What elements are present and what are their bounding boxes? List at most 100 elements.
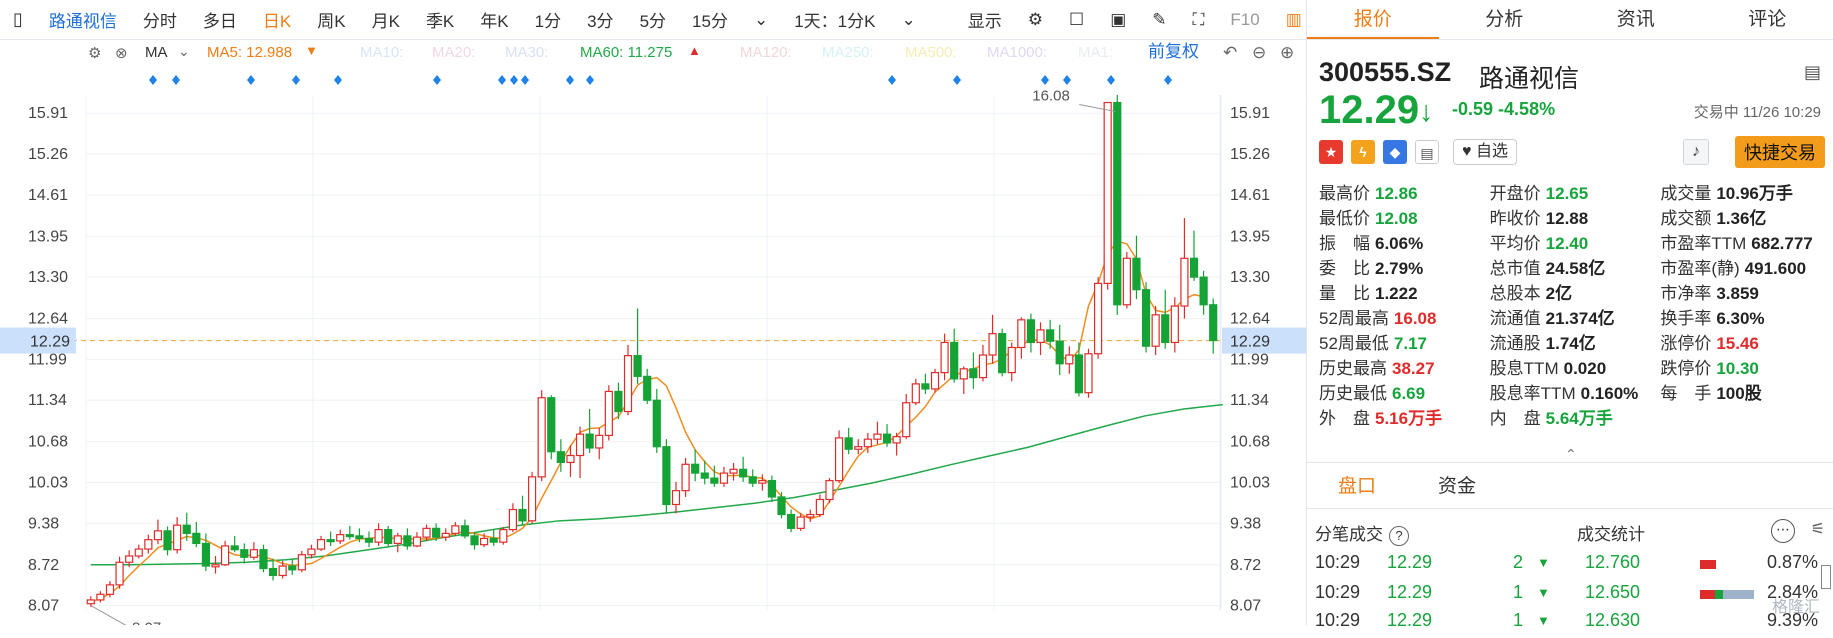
- candle-body: [135, 549, 142, 556]
- quick-trade-button[interactable]: 快捷交易: [1735, 136, 1825, 168]
- range-chevron-icon[interactable]: ⌄: [888, 10, 928, 30]
- f10-button[interactable]: F10: [1217, 10, 1272, 30]
- stat-label: 股息TTM: [1490, 359, 1559, 378]
- tab-weekly[interactable]: 周K: [304, 7, 358, 32]
- stat-value: 6.69: [1392, 384, 1425, 403]
- china-flag-icon: ★: [1319, 140, 1343, 164]
- chart-settings-icon[interactable]: ⚙: [88, 45, 101, 62]
- reset-icon[interactable]: ↶: [1223, 43, 1237, 62]
- ma5-label: MA5: 12.988: [207, 44, 292, 61]
- candle-body: [644, 376, 651, 400]
- tab-yearly[interactable]: 年K: [467, 7, 521, 32]
- tab-daily[interactable]: 日K: [250, 7, 304, 32]
- tab-5min[interactable]: 5分: [627, 7, 679, 32]
- stat-label: 市盈率(静): [1660, 259, 1739, 278]
- zoom-in-icon[interactable]: ⊕: [1280, 43, 1294, 62]
- more-options-icon[interactable]: ⋯: [1771, 519, 1795, 543]
- help-icon[interactable]: ?: [1389, 526, 1409, 546]
- period-toolbar: ▯ 路通视信 分时 多日 日K 周K 月K 季K 年K 1分 3分 5分 15分…: [0, 0, 1306, 40]
- y-tick-label-left: 12.64: [28, 311, 68, 328]
- candle-body: [1027, 320, 1034, 343]
- candle-body: [481, 538, 488, 544]
- zoom-out-icon[interactable]: ⊖: [1252, 43, 1266, 62]
- quote-row: 52周最低7.17流通股1.74亿涨停价15.46: [1319, 329, 1831, 354]
- candle-body: [193, 533, 200, 543]
- stat-price: 12.630: [1585, 610, 1640, 631]
- candle-body: [1171, 306, 1178, 342]
- range-select[interactable]: 1天：1分K: [781, 7, 888, 32]
- quote-cell: 量 比1.222: [1319, 279, 1490, 304]
- stat-label: 市净率: [1660, 284, 1711, 303]
- stat-value: 10.96万手: [1716, 184, 1793, 203]
- tab-15min[interactable]: 15分: [679, 7, 741, 32]
- candle-body: [529, 477, 536, 521]
- tab-capital[interactable]: 资金: [1407, 468, 1507, 506]
- stat-bar: [1700, 560, 1716, 569]
- period-dropdown-chevron-icon[interactable]: ⌄: [741, 10, 781, 30]
- quote-cell: 内 盘5.64万手: [1490, 404, 1661, 429]
- fullscreen-icon[interactable]: ⛶: [1180, 10, 1218, 30]
- collapse-chevron-icon[interactable]: ⌃: [1565, 446, 1577, 463]
- candle-body: [730, 469, 737, 473]
- square-icon[interactable]: ☐: [1056, 10, 1097, 30]
- candle-body: [1018, 320, 1025, 348]
- tab-orderbook[interactable]: 盘口: [1307, 468, 1407, 506]
- tab-news[interactable]: 资讯: [1570, 0, 1702, 39]
- ma-chevron-icon[interactable]: ⌄: [178, 43, 190, 59]
- tab-1min[interactable]: 1分: [522, 7, 574, 32]
- restore-rights-button[interactable]: 前复权: [1148, 42, 1199, 61]
- stock-title[interactable]: 路通视信: [36, 7, 130, 32]
- quote-cell: 股息TTM0.020: [1490, 354, 1661, 379]
- candlestick-chart[interactable]: ⚙ ⊗ MA ⌄ MA5: 12.988 ▼ MA10: MA20: MA30:…: [0, 40, 1306, 625]
- tab-quarterly[interactable]: 季K: [413, 7, 467, 32]
- low-price-label: 8.07: [132, 620, 161, 625]
- candle-body: [327, 540, 334, 542]
- quote-cell: 换手率6.30%: [1660, 304, 1831, 329]
- chart-close-icon[interactable]: ⊗: [115, 45, 128, 62]
- kline-chart-area[interactable]: ⚙ ⊗ MA ⌄ MA5: 12.988 ▼ MA10: MA20: MA30:…: [0, 40, 1306, 625]
- stat-value: 491.600: [1745, 259, 1806, 278]
- tab-multiday[interactable]: 多日: [190, 7, 250, 32]
- tab-3min[interactable]: 3分: [574, 7, 626, 32]
- quote-cell: 总市值24.58亿: [1490, 254, 1661, 279]
- stat-label: 每 手: [1660, 384, 1711, 403]
- quote-row: 历史最高38.27股息TTM0.020跌停价10.30: [1319, 354, 1831, 379]
- note-icon[interactable]: ▤: [1415, 140, 1439, 164]
- y-tick-label-right: 9.38: [1230, 515, 1261, 532]
- camera-icon[interactable]: ▣: [1097, 10, 1139, 30]
- panel-layout-icon[interactable]: ▤: [1804, 62, 1821, 83]
- quote-cell: 开盘价12.65: [1490, 179, 1661, 204]
- tab-analysis[interactable]: 分析: [1439, 0, 1571, 39]
- tab-monthly[interactable]: 月K: [359, 7, 413, 32]
- ma30-label: MA30:: [505, 44, 548, 61]
- settings-gear-icon[interactable]: ⚙: [1015, 10, 1056, 30]
- trade-time: 10:29: [1315, 582, 1360, 603]
- filter-icon[interactable]: ⚟: [1811, 519, 1825, 539]
- candle-body: [605, 391, 612, 435]
- display-menu[interactable]: 显示: [955, 7, 1015, 32]
- candle-body: [212, 565, 219, 567]
- candle-body: [106, 585, 113, 594]
- quote-cell: 流通值21.374亿: [1490, 304, 1661, 329]
- tab-comments[interactable]: 评论: [1702, 0, 1833, 39]
- candle-body: [471, 536, 478, 545]
- stat-label: 平均价: [1490, 234, 1541, 253]
- add-watchlist-button[interactable]: ♥ 自选: [1453, 139, 1517, 165]
- bell-icon[interactable]: ♪: [1683, 139, 1709, 165]
- candle-body: [682, 464, 689, 490]
- candle-body: [260, 550, 267, 569]
- candle-body: [567, 456, 574, 463]
- y-tick-label-right: 11.99: [1230, 351, 1269, 368]
- quote-row: 委 比2.79%总市值24.58亿市盈率(静)491.600: [1319, 254, 1831, 279]
- quote-cell: 最高价12.86: [1319, 179, 1490, 204]
- tab-quote[interactable]: 报价: [1307, 0, 1439, 39]
- last-price: 12.29: [1319, 88, 1419, 133]
- scrollbar[interactable]: [1821, 565, 1831, 589]
- y-tick-label-left: 8.07: [28, 598, 59, 615]
- side-panel-icon[interactable]: ▯: [0, 9, 36, 30]
- candle-body: [461, 526, 468, 536]
- quote-row: 外 盘5.16万手内 盘5.64万手: [1319, 404, 1831, 429]
- pencil-icon[interactable]: ✎: [1139, 10, 1179, 30]
- quote-cell: 涨停价15.46: [1660, 329, 1831, 354]
- tab-intraday[interactable]: 分时: [130, 7, 190, 32]
